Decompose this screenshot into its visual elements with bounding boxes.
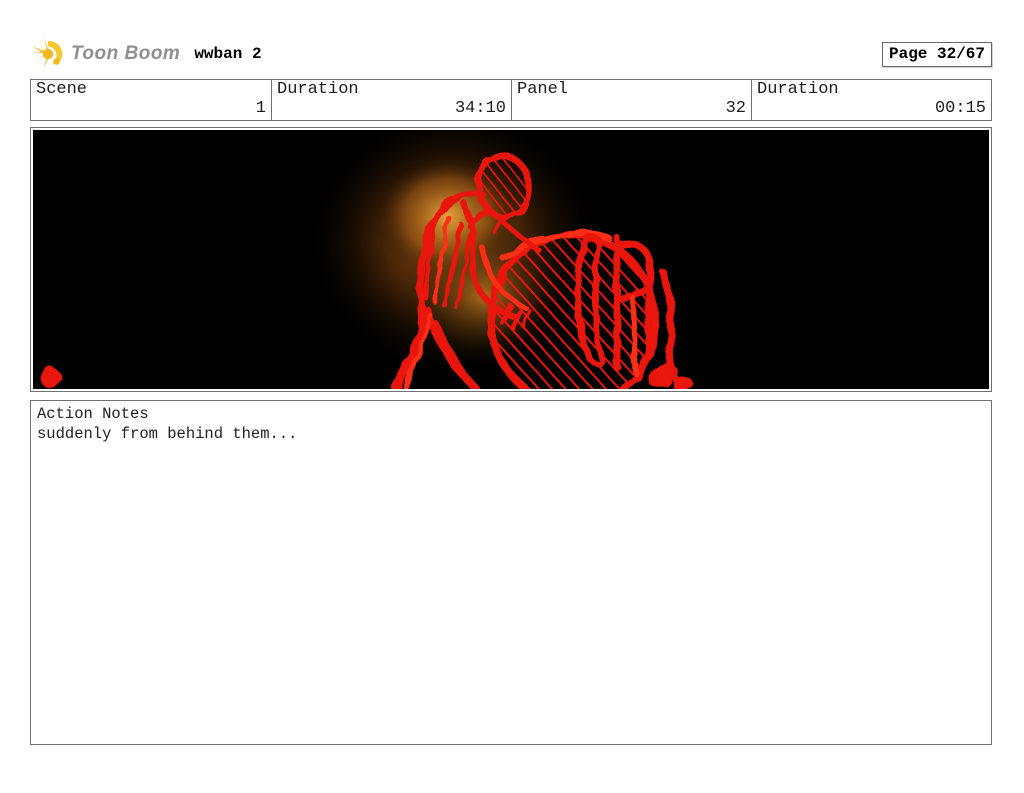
header: Toon Boom wwban 2 Page 32/67 xyxy=(31,38,992,70)
toonboom-starburst-icon xyxy=(31,38,63,69)
storyboard-panel-frame xyxy=(30,127,992,392)
storyboard-panel-image xyxy=(33,130,989,389)
panel-sketch-svg xyxy=(33,130,989,389)
scene-duration-label: Duration xyxy=(277,80,359,99)
info-cell-panel-duration: Duration 00:15 xyxy=(751,80,991,120)
panel-label: Panel xyxy=(517,80,569,99)
info-cell-scene-duration: Duration 34:10 xyxy=(271,80,511,120)
action-notes-box: Action Notes suddenly from behind them..… xyxy=(30,400,992,745)
action-notes-title: Action Notes xyxy=(37,405,149,423)
panel-duration-label: Duration xyxy=(757,80,839,99)
panel-duration-value: 00:15 xyxy=(934,99,986,118)
info-table: Scene 1 Duration 34:10 Panel 32 Duration… xyxy=(30,79,992,121)
info-cell-panel: Panel 32 xyxy=(511,80,751,120)
project-title: wwban 2 xyxy=(194,45,262,63)
brand-text: Toon Boom xyxy=(71,43,181,64)
scene-label: Scene xyxy=(36,80,88,99)
info-cell-scene: Scene 1 xyxy=(31,80,271,120)
scene-value: 1 xyxy=(255,99,266,118)
storyboard-page: Toon Boom wwban 2 Page 32/67 Scene 1 Dur… xyxy=(0,0,1024,793)
page-badge: Page 32/67 xyxy=(881,41,992,67)
scene-duration-value: 34:10 xyxy=(454,99,506,118)
action-notes-body: suddenly from behind them... xyxy=(37,425,298,443)
panel-value: 32 xyxy=(725,99,746,118)
